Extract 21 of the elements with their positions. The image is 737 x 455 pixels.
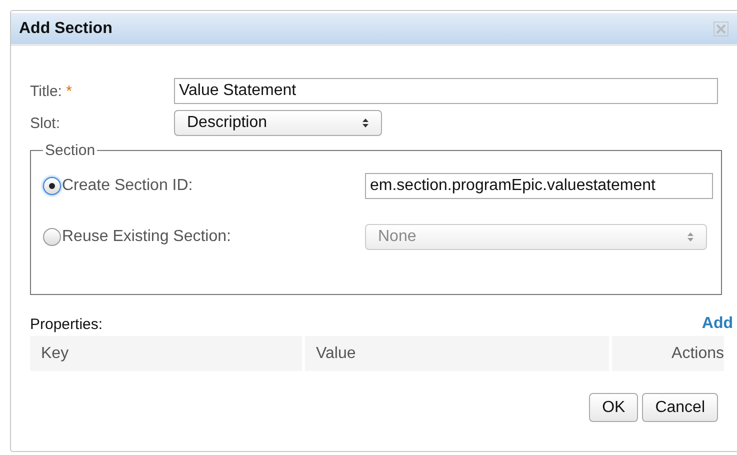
option-label: Reuse Existing Section: (62, 228, 231, 246)
title-input[interactable]: Value Statement (174, 78, 718, 104)
option-label: Create Section ID: (62, 177, 193, 195)
column-header: Value (305, 336, 609, 371)
add-link[interactable]: Add (702, 315, 733, 333)
field-label: Title: (30, 82, 62, 100)
column-header: Key (30, 336, 302, 371)
field-label: Slot: (30, 114, 60, 132)
updown-arrows-icon (687, 232, 694, 242)
dialog-button[interactable]: OK (589, 393, 638, 422)
dialog-button[interactable]: Cancel (642, 393, 718, 422)
column-header: Actions (612, 336, 724, 371)
radio-button[interactable] (43, 177, 61, 195)
required-mark: * (66, 82, 72, 100)
close-icon[interactable] (713, 20, 729, 36)
section-legend: Section (43, 142, 98, 159)
properties-label: Properties: (30, 316, 103, 332)
updown-arrows-icon (362, 118, 369, 128)
window-title: Add Section (19, 20, 112, 38)
section-id-input[interactable]: em.section.programEpic.valuestatement (365, 173, 713, 199)
slot-select[interactable]: Description (174, 110, 382, 136)
